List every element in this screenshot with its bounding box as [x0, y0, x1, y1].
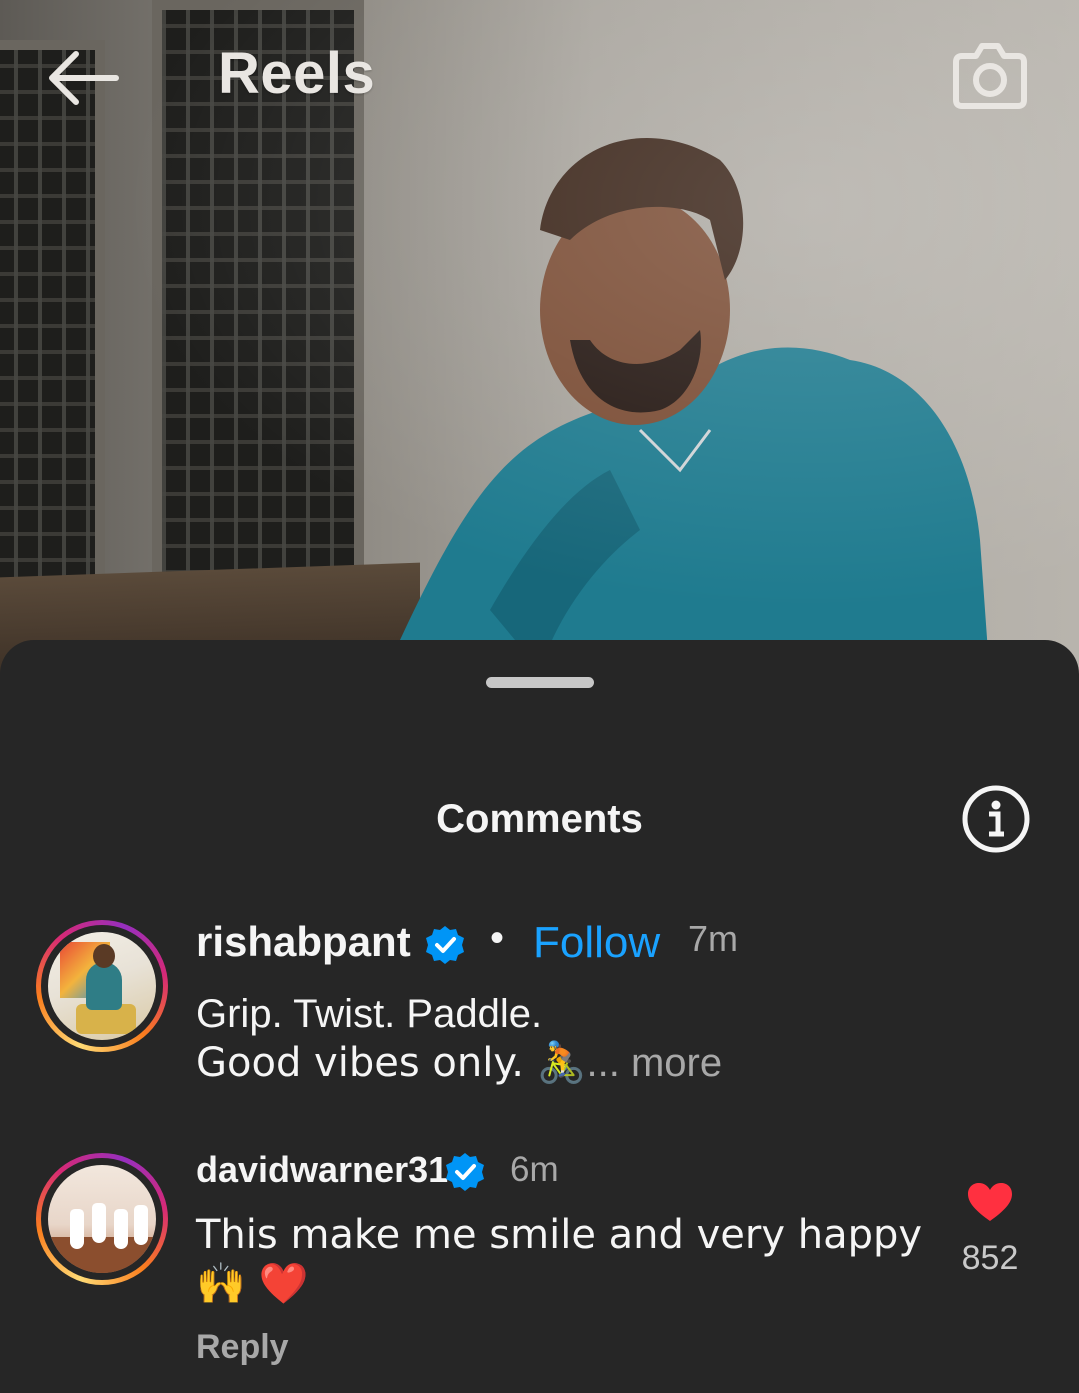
camera-icon[interactable]: [952, 38, 1028, 110]
avatar[interactable]: [48, 1165, 156, 1273]
comments-title: Comments: [436, 797, 643, 841]
comments-sheet: Comments rishabpant • Follow 7m Grip. Tw…: [0, 640, 1079, 1393]
page-title: Reels: [218, 41, 376, 106]
like-count: 852: [961, 1239, 1019, 1277]
comment-timestamp: 6m: [510, 1150, 559, 1189]
comment-username[interactable]: rishabpant: [196, 918, 411, 966]
drag-handle[interactable]: [486, 677, 594, 688]
story-ring[interactable]: [36, 1153, 168, 1285]
story-ring[interactable]: [36, 920, 168, 1052]
verified-badge-icon: [426, 926, 464, 964]
reply-button[interactable]: Reply: [196, 1328, 289, 1367]
comment-text: Grip. Twist. Paddle. Good vibes only. 🚴.…: [196, 990, 816, 1088]
avatar[interactable]: [48, 932, 156, 1040]
comment-line: Grip. Twist. Paddle.: [196, 992, 543, 1036]
comment-text: This make me smile and very happy 🙌 ❤️: [196, 1212, 923, 1307]
separator-dot: •: [490, 916, 505, 960]
follow-button[interactable]: Follow: [533, 918, 660, 968]
heart-icon[interactable]: [966, 1181, 1014, 1223]
reels-top-bar: Reels: [0, 0, 1079, 150]
verified-badge-icon: [446, 1153, 484, 1191]
comment-username[interactable]: davidwarner31: [196, 1149, 448, 1191]
arrow-left-icon[interactable]: [46, 48, 120, 108]
more-link[interactable]: ... more: [587, 1041, 723, 1085]
info-icon[interactable]: [960, 783, 1032, 855]
comment-timestamp: 7m: [688, 918, 739, 959]
comment-line: Good vibes only. 🚴... more: [196, 1040, 723, 1086]
